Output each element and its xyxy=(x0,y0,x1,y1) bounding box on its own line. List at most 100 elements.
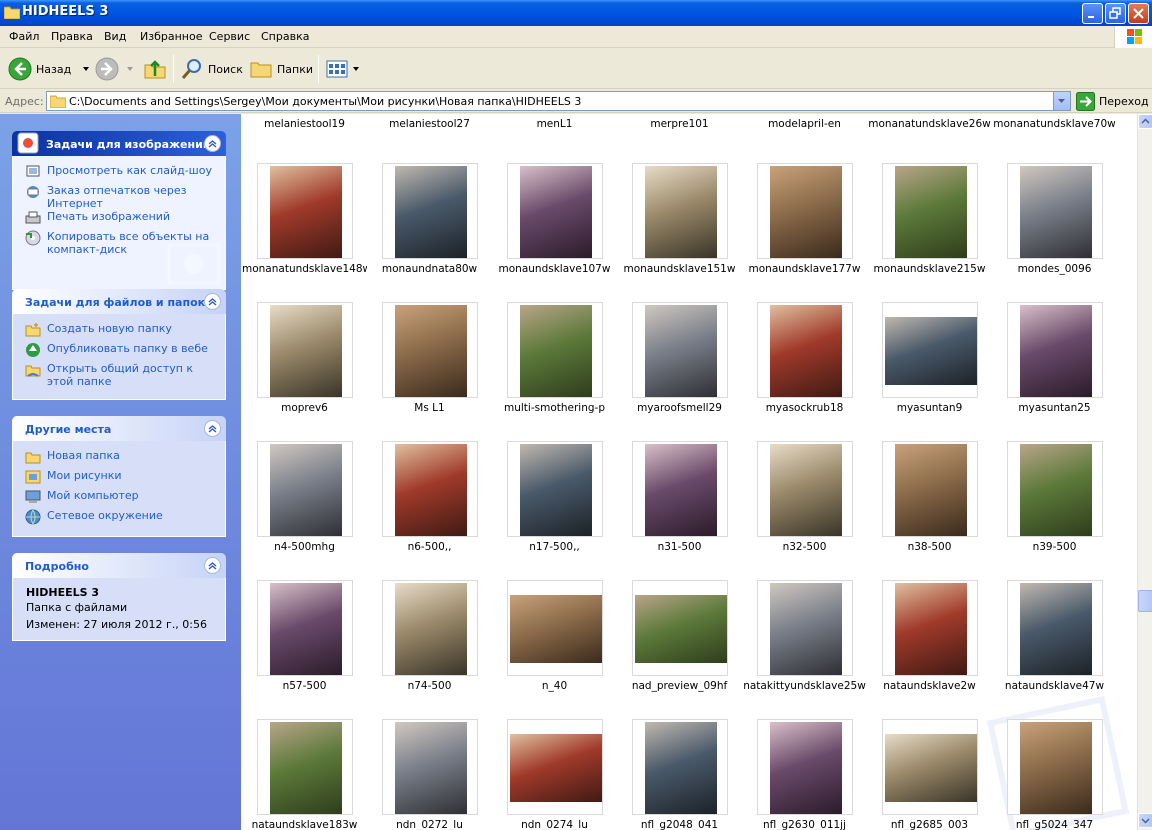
thumbnail-item[interactable]: monanatundsklave70w xyxy=(992,114,1117,157)
place-new-folder[interactable]: Новая папка xyxy=(25,449,217,469)
menu-favorites[interactable]: Избранное xyxy=(140,30,202,43)
thumbnail-filename[interactable]: monanatundsklave70w xyxy=(992,118,1117,130)
thumbnail-item[interactable]: monaundsklave177w xyxy=(742,163,867,302)
thumbnail-filename[interactable]: merpre101 xyxy=(617,118,742,130)
thumbnail-filename[interactable]: modelapril-en xyxy=(742,118,867,130)
thumbnail-frame[interactable] xyxy=(882,441,978,537)
thumbnail-filename[interactable]: monaundsklave215w xyxy=(867,263,992,275)
chevron-down-icon[interactable] xyxy=(79,64,93,74)
thumbnail-frame[interactable] xyxy=(382,580,478,676)
thumbnail-item[interactable]: multi-smothering-p xyxy=(492,302,617,441)
thumbnail-filename[interactable]: nfl_g2630_011jj xyxy=(742,819,867,830)
thumbnail-frame[interactable] xyxy=(257,719,353,815)
thumbnail-item[interactable]: monaundsklave107w xyxy=(492,163,617,302)
thumbnail-filename[interactable]: ndn_0272_lu xyxy=(367,819,492,830)
image-tasks-header[interactable]: Задачи для изображений xyxy=(12,131,226,156)
thumbnail-frame[interactable] xyxy=(882,163,978,259)
thumbnail-item[interactable]: nad_preview_09hf xyxy=(617,580,742,719)
thumbnail-filename[interactable]: monaundsklave177w xyxy=(742,263,867,275)
thumbnail-filename[interactable]: natakittyundsklave25w xyxy=(742,680,867,692)
thumbnail-frame[interactable] xyxy=(257,441,353,537)
thumbnail-item[interactable]: Ms L1 xyxy=(367,302,492,441)
thumbnail-frame[interactable] xyxy=(1007,580,1103,676)
thumbnail-frame[interactable] xyxy=(757,580,853,676)
thumbnail-item[interactable]: myasockrub18 xyxy=(742,302,867,441)
thumbnail-filename[interactable]: monaundsklave151w xyxy=(617,263,742,275)
thumbnail-filename[interactable]: nataundsklave47w xyxy=(992,680,1117,692)
thumbnail-filename[interactable]: monaundsklave107w xyxy=(492,263,617,275)
task-order-prints[interactable]: Заказ отпечатков через Интернет xyxy=(25,184,217,210)
thumbnail-frame[interactable] xyxy=(882,580,978,676)
thumbnail-frame[interactable] xyxy=(507,302,603,398)
thumbnail-item[interactable]: monanatundsklave148w xyxy=(242,163,367,302)
thumbnail-filename[interactable]: nfl_g2048_041 xyxy=(617,819,742,830)
thumbnail-item[interactable]: monaundsklave151w xyxy=(617,163,742,302)
menu-tools[interactable]: Сервис xyxy=(209,30,250,43)
thumbnail-frame[interactable] xyxy=(882,719,978,815)
place-network[interactable]: Сетевое окружение xyxy=(25,509,217,529)
thumbnail-item[interactable]: n39-500 xyxy=(992,441,1117,580)
thumbnail-item[interactable]: modelapril-en xyxy=(742,114,867,157)
thumbnail-filename[interactable]: Ms L1 xyxy=(367,402,492,414)
thumbnail-frame[interactable] xyxy=(257,302,353,398)
thumbnail-filename[interactable]: monaundnata80w xyxy=(367,263,492,275)
minimize-button[interactable] xyxy=(1082,3,1103,24)
thumbnail-filename[interactable]: multi-smothering-p xyxy=(492,402,617,414)
thumbnail-frame[interactable] xyxy=(632,719,728,815)
address-dropdown-button[interactable] xyxy=(1053,92,1070,110)
place-my-computer[interactable]: Мой компьютер xyxy=(25,489,217,509)
thumbnail-filename[interactable]: monanatundsklave148w xyxy=(242,263,367,275)
menu-help[interactable]: Справка xyxy=(261,30,309,43)
thumbnail-filename[interactable]: n32-500 xyxy=(742,541,867,553)
thumbnail-item[interactable]: myaroofsmell29 xyxy=(617,302,742,441)
task-print-images[interactable]: Печать изображений xyxy=(25,210,217,230)
collapse-chevron-icon[interactable] xyxy=(204,557,221,574)
thumbnail-filename[interactable]: n6-500,, xyxy=(367,541,492,553)
thumbnail-frame[interactable] xyxy=(382,719,478,815)
thumbnail-item[interactable]: n17-500,, xyxy=(492,441,617,580)
up-folder-button[interactable] xyxy=(143,54,167,84)
thumbnail-item[interactable]: n74-500 xyxy=(367,580,492,719)
thumbnail-filename[interactable]: ndn_0274_lu xyxy=(492,819,617,830)
thumbnail-filename[interactable]: monanatundsklave26w xyxy=(867,118,992,130)
back-button[interactable]: Назад xyxy=(8,54,93,84)
thumbnail-filename[interactable]: myasuntan25 xyxy=(992,402,1117,414)
thumbnail-item[interactable]: nataundsklave2w xyxy=(867,580,992,719)
thumbnail-item[interactable]: nataundsklave47w xyxy=(992,580,1117,719)
collapse-chevron-icon[interactable] xyxy=(204,135,221,152)
restore-button[interactable] xyxy=(1105,3,1126,24)
task-publish-web[interactable]: Опубликовать папку в вебе xyxy=(25,342,217,362)
thumbnail-filename[interactable]: n_40 xyxy=(492,680,617,692)
thumbnail-filename[interactable]: nad_preview_09hf xyxy=(617,680,742,692)
thumbnail-frame[interactable] xyxy=(757,441,853,537)
thumbnail-item[interactable]: n38-500 xyxy=(867,441,992,580)
thumbnail-frame[interactable] xyxy=(632,580,728,676)
thumbnail-filename[interactable]: myasockrub18 xyxy=(742,402,867,414)
details-header[interactable]: Подробно xyxy=(12,553,226,578)
thumbnail-item[interactable]: n32-500 xyxy=(742,441,867,580)
thumbnail-frame[interactable] xyxy=(632,163,728,259)
thumbnail-filename[interactable]: melaniestool19 xyxy=(242,118,367,130)
thumbnail-frame[interactable] xyxy=(507,580,603,676)
thumbnail-item[interactable]: n4-500mhg xyxy=(242,441,367,580)
collapse-chevron-icon[interactable] xyxy=(204,420,221,437)
thumbnail-filename[interactable]: mondes_0096 xyxy=(992,263,1117,275)
thumbnail-frame[interactable] xyxy=(757,163,853,259)
thumbnail-frame[interactable] xyxy=(257,163,353,259)
scroll-down-button[interactable] xyxy=(1138,813,1152,828)
thumbnail-filename[interactable]: n4-500mhg xyxy=(242,541,367,553)
address-input[interactable]: C:\Documents and Settings\Sergey\Мои док… xyxy=(46,91,1071,111)
file-tasks-header[interactable]: Задачи для файлов и папок xyxy=(12,289,226,314)
chevron-down-icon[interactable] xyxy=(351,64,361,74)
thumbnail-view[interactable]: melaniestool19 melaniestool27 menL1 merpre1… xyxy=(241,114,1137,830)
vertical-scrollbar[interactable] xyxy=(1137,114,1152,830)
thumbnail-filename[interactable]: menL1 xyxy=(492,118,617,130)
thumbnail-item[interactable]: nfl_g2685_003 xyxy=(867,719,992,830)
thumbnail-item[interactable]: moprev6 xyxy=(242,302,367,441)
task-share-folder[interactable]: Открыть общий доступ к этой папке xyxy=(25,362,217,388)
thumbnail-item[interactable]: ndn_0272_lu xyxy=(367,719,492,830)
thumbnail-filename[interactable]: myasuntan9 xyxy=(867,402,992,414)
thumbnail-item[interactable]: mondes_0096 xyxy=(992,163,1117,302)
thumbnail-filename[interactable]: nfl_g5024_347 xyxy=(992,819,1117,830)
thumbnail-frame[interactable] xyxy=(1007,441,1103,537)
